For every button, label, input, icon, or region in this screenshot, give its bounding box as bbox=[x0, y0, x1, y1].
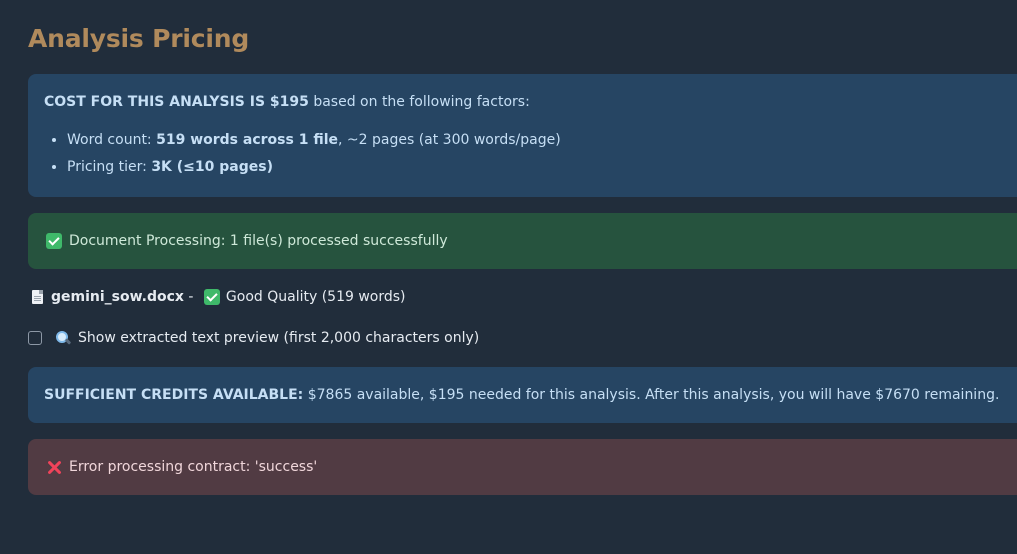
preview-label[interactable]: Show extracted text preview (first 2,000… bbox=[78, 328, 479, 348]
error-message: Error processing contract: 'success' bbox=[69, 459, 318, 475]
magnifier-icon bbox=[56, 331, 70, 345]
file-name: gemini_sow.docx bbox=[51, 289, 184, 305]
credits-message: SUFFICIENT CREDITS AVAILABLE: $7865 avai… bbox=[44, 385, 999, 405]
document-icon bbox=[32, 290, 43, 304]
factor-detail: , ~2 pages (at 300 words/page) bbox=[338, 132, 561, 148]
factor-value: 519 words across 1 file bbox=[156, 132, 338, 148]
processing-message: Document Processing: 1 file(s) processed… bbox=[69, 233, 448, 249]
file-status-row: gemini_sow.docx - Good Quality (519 word… bbox=[32, 287, 406, 307]
preview-checkbox[interactable] bbox=[28, 331, 42, 345]
cost-headline-bold: COST FOR THIS ANALYSIS IS $195 bbox=[44, 94, 309, 110]
credits-rest: $7865 available, $195 needed for this an… bbox=[303, 387, 1000, 403]
page-title: Analysis Pricing bbox=[28, 24, 250, 53]
check-mark-icon bbox=[46, 233, 62, 249]
processing-success-box: Document Processing: 1 file(s) processed… bbox=[28, 213, 1017, 269]
check-mark-icon bbox=[203, 289, 220, 305]
cost-factors-list: Word count: 519 words across 1 file, ~2 … bbox=[44, 130, 1017, 177]
file-quality: Good Quality (519 words) bbox=[225, 289, 406, 305]
credits-bold: SUFFICIENT CREDITS AVAILABLE: bbox=[44, 387, 304, 403]
cross-mark-icon bbox=[46, 459, 62, 475]
preview-toggle-row[interactable]: Show extracted text preview (first 2,000… bbox=[28, 328, 479, 348]
factor-label: Pricing tier: bbox=[67, 159, 152, 175]
cost-info-box: COST FOR THIS ANALYSIS IS $195 based on … bbox=[28, 74, 1017, 197]
factor-label: Word count: bbox=[67, 132, 157, 148]
cost-headline: COST FOR THIS ANALYSIS IS $195 based on … bbox=[44, 92, 1017, 112]
cost-headline-rest: based on the following factors: bbox=[308, 94, 530, 110]
factor-word-count: Word count: 519 words across 1 file, ~2 … bbox=[67, 130, 1017, 150]
file-separator: - bbox=[183, 289, 198, 305]
error-box: Error processing contract: 'success' bbox=[28, 439, 1017, 495]
factor-value: 3K (≤10 pages) bbox=[151, 159, 273, 175]
credits-info-box: SUFFICIENT CREDITS AVAILABLE: $7865 avai… bbox=[28, 367, 1017, 423]
factor-pricing-tier: Pricing tier: 3K (≤10 pages) bbox=[67, 157, 1017, 177]
